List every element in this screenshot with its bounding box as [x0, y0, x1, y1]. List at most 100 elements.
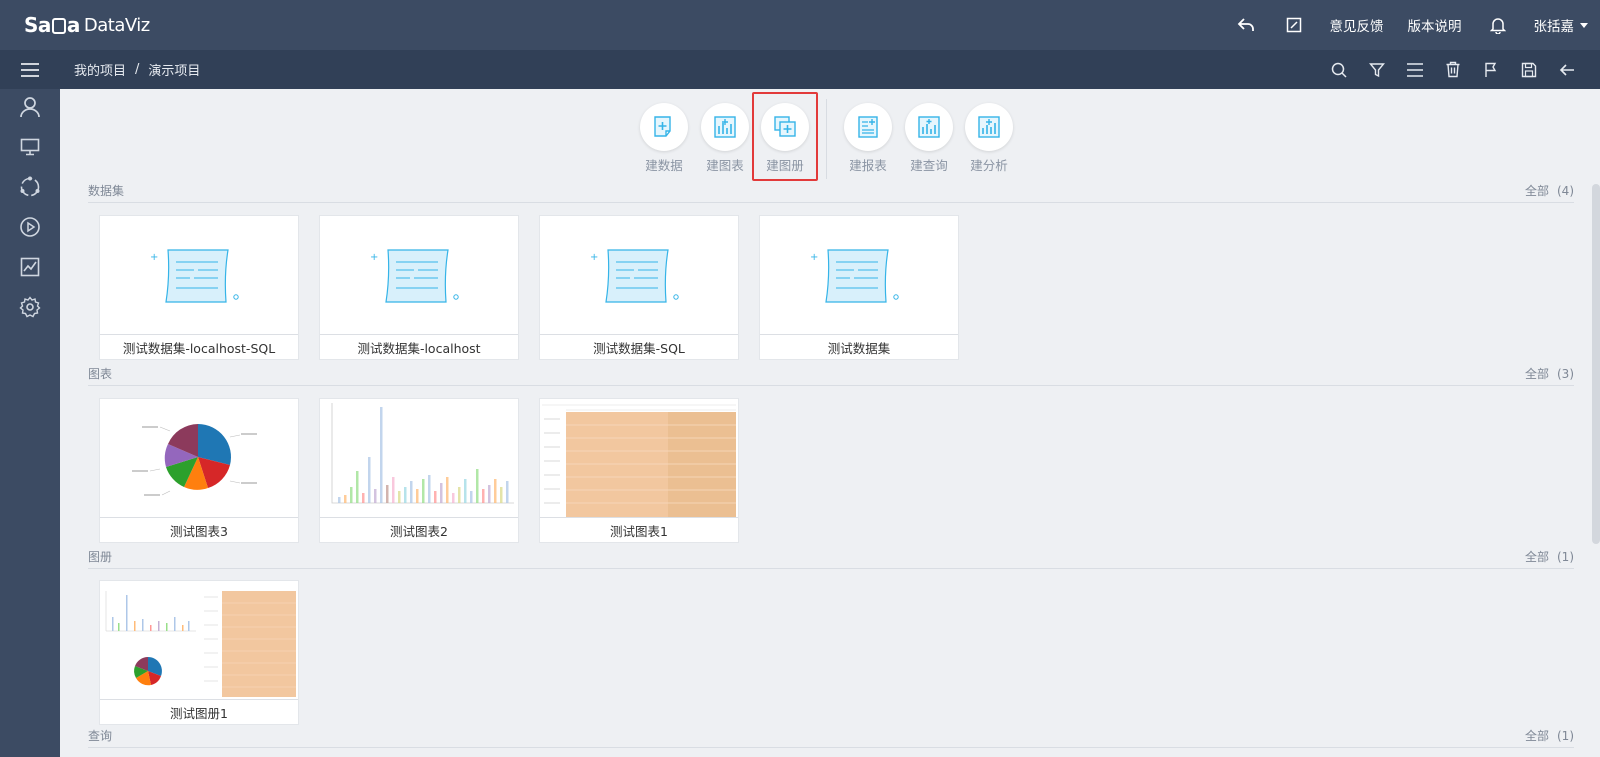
- count-label: (1): [1557, 550, 1574, 564]
- sidebar-item-monitor[interactable]: [0, 129, 60, 169]
- dataset-card[interactable]: + 测试数据集-localhost-SQL: [99, 215, 299, 360]
- svg-text:+: +: [810, 252, 818, 263]
- section-header-queries: 查询 全部 (1): [88, 728, 1574, 748]
- chevron-down-icon: [1580, 22, 1588, 28]
- hamburger-menu-icon[interactable]: [0, 50, 60, 89]
- section-header-albums: 图册 全部 (1): [88, 549, 1574, 569]
- dataset-card-title: 测试数据集: [760, 334, 958, 359]
- user-icon: [19, 96, 41, 122]
- line-chart-icon: [20, 257, 40, 281]
- table-chart-thumbnail: [540, 399, 738, 517]
- album-card[interactable]: 测试图册1: [99, 580, 299, 725]
- count-label: (1): [1557, 729, 1574, 743]
- user-menu[interactable]: 张括嘉: [1533, 15, 1588, 35]
- all-link-label: 全部: [1524, 184, 1549, 198]
- create-report-label: 建报表: [849, 158, 887, 173]
- section-all-charts[interactable]: 全部 (3): [1525, 365, 1574, 382]
- logo-product-name: DataViz: [83, 14, 150, 36]
- dataset-thumbnail: +: [540, 216, 738, 334]
- chart-card-title: 测试图表2: [320, 517, 518, 542]
- sidebar-item-play[interactable]: [0, 209, 60, 249]
- chart-card-title: 测试图表1: [540, 517, 738, 542]
- create-chart-label: 建图表: [706, 158, 744, 173]
- trash-icon[interactable]: [1442, 59, 1464, 81]
- count-label: (3): [1557, 367, 1574, 381]
- user-name: 张括嘉: [1533, 19, 1575, 35]
- search-icon[interactable]: [1328, 59, 1350, 81]
- section-all-albums[interactable]: 全部 (1): [1525, 548, 1574, 565]
- section-title-datasets: 数据集: [88, 184, 125, 198]
- album-card-title: 测试图册1: [100, 699, 298, 724]
- list-icon[interactable]: [1404, 59, 1426, 81]
- sub-bar: 我的项目 / 演示项目: [0, 50, 1600, 89]
- create-data-label: 建数据: [645, 158, 683, 173]
- release-notes-link[interactable]: 版本说明: [1408, 15, 1462, 35]
- svg-text:+: +: [150, 252, 158, 263]
- create-chart-button[interactable]: 建图表: [699, 103, 751, 174]
- album-thumbnail: [100, 581, 298, 699]
- sidebar-item-cycle[interactable]: [0, 169, 60, 209]
- top-bar: Sa a DataViz 意见反馈 版本说明 张括嘉: [0, 0, 1600, 50]
- section-title-charts: 图表: [88, 367, 113, 381]
- create-data-button[interactable]: 建数据: [638, 103, 690, 174]
- dataset-thumbnail: +: [760, 216, 958, 334]
- flag-icon[interactable]: [1480, 59, 1502, 81]
- logo-mark: [51, 18, 66, 34]
- dataset-card[interactable]: + 测试数据集-localhost: [319, 215, 519, 360]
- filter-icon[interactable]: [1366, 59, 1388, 81]
- pie-chart-thumbnail: [100, 399, 298, 517]
- svg-text:+: +: [590, 252, 598, 263]
- breadcrumb-current: 演示项目: [148, 64, 201, 79]
- breadcrumb-separator: /: [135, 62, 140, 77]
- left-sidebar: [0, 89, 60, 757]
- create-query-icon: [905, 103, 953, 151]
- create-analysis-button[interactable]: 建分析: [963, 103, 1015, 174]
- create-analysis-label: 建分析: [970, 158, 1008, 173]
- create-report-icon: [844, 103, 892, 151]
- chart-card[interactable]: 测试图表3: [99, 398, 299, 543]
- gear-icon: [19, 296, 41, 322]
- sidebar-item-analytics[interactable]: [0, 249, 60, 289]
- dataset-card-title: 测试数据集-SQL: [540, 334, 738, 359]
- create-query-button[interactable]: 建查询: [903, 103, 955, 174]
- all-link-label: 全部: [1524, 729, 1549, 743]
- create-query-label: 建查询: [910, 158, 948, 173]
- bell-icon[interactable]: [1488, 15, 1508, 35]
- chart-card[interactable]: 测试图表1: [539, 398, 739, 543]
- all-link-label: 全部: [1524, 367, 1549, 381]
- section-all-datasets[interactable]: 全部 (4): [1525, 182, 1574, 199]
- sidebar-item-settings[interactable]: [0, 289, 60, 329]
- sidebar-item-user[interactable]: [0, 89, 60, 129]
- create-report-button[interactable]: 建报表: [842, 103, 894, 174]
- section-title-queries: 查询: [88, 729, 113, 743]
- feedback-link[interactable]: 意见反馈: [1330, 15, 1384, 35]
- dataset-card-title: 测试数据集-localhost: [320, 334, 518, 359]
- logo-text-prefix: Sa: [24, 13, 51, 37]
- dataset-thumbnail: +: [320, 216, 518, 334]
- monitor-icon: [20, 138, 40, 160]
- app-logo[interactable]: Sa a DataViz: [24, 13, 150, 37]
- dataset-card[interactable]: + 测试数据集: [759, 215, 959, 360]
- section-header-charts: 图表 全部 (3): [88, 366, 1574, 386]
- count-label: (4): [1557, 184, 1574, 198]
- logo-text-suffix: a: [66, 13, 81, 37]
- dataset-card-title: 测试数据集-localhost-SQL: [100, 334, 298, 359]
- dataset-thumbnail: +: [100, 216, 298, 334]
- cycle-icon: [19, 176, 41, 202]
- main-content: 建数据 建图表 建图册 建报表 建查询 建分析 数据集 全部 (4) + 测试数…: [60, 89, 1600, 757]
- create-toolbar: 建数据 建图表 建图册 建报表 建查询 建分析: [60, 89, 1600, 184]
- breadcrumb-root[interactable]: 我的项目: [74, 60, 126, 79]
- section-all-queries[interactable]: 全部 (1): [1525, 727, 1574, 744]
- highlight-box: [752, 92, 818, 181]
- undo-icon[interactable]: [1236, 15, 1256, 35]
- vertical-scrollbar[interactable]: [1592, 184, 1600, 544]
- edit-icon[interactable]: [1284, 15, 1304, 35]
- chart-card[interactable]: 测试图表2: [319, 398, 519, 543]
- create-data-icon: [640, 103, 688, 151]
- save-icon[interactable]: [1518, 59, 1540, 81]
- toolbar-divider: [826, 99, 827, 179]
- dataset-card[interactable]: + 测试数据集-SQL: [539, 215, 739, 360]
- section-header-datasets: 数据集 全部 (4): [88, 183, 1574, 203]
- section-title-albums: 图册: [88, 550, 113, 564]
- back-arrow-icon[interactable]: [1556, 59, 1578, 81]
